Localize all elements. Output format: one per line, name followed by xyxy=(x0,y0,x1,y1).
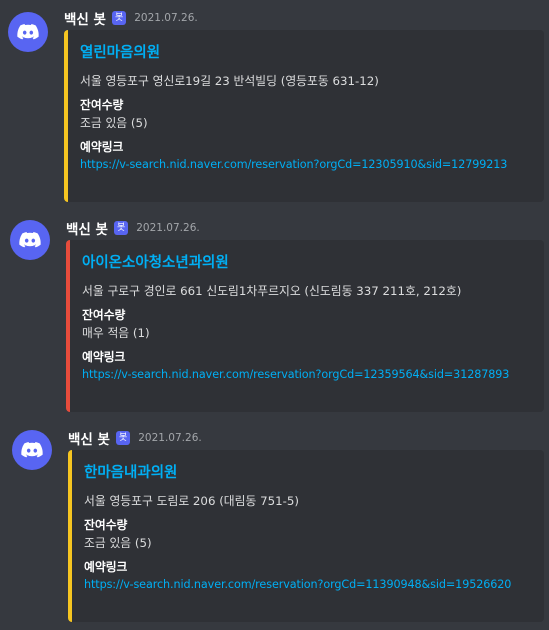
message-header: 백신 봇 봇 2021.07.26. xyxy=(64,8,198,28)
field-name-link: 예약링크 xyxy=(82,350,126,364)
bot-badge: 봇 xyxy=(113,221,129,235)
field-name-stock: 잔여수량 xyxy=(80,98,124,112)
bot-avatar[interactable] xyxy=(12,430,52,470)
field-name-link: 예약링크 xyxy=(80,140,124,154)
embed-description: 서울 구로구 경인로 661 신도림1차푸르지오 (신도림동 337 211호,… xyxy=(82,284,462,298)
author-name[interactable]: 백신 봇 xyxy=(66,218,108,238)
discord-logo-icon xyxy=(17,24,39,40)
reservation-link[interactable]: https://v-search.nid.naver.com/reservati… xyxy=(84,577,532,593)
message-header: 백신 봇 봇 2021.07.26. xyxy=(68,428,202,448)
reservation-link[interactable]: https://v-search.nid.naver.com/reservati… xyxy=(80,157,532,173)
embed-card: 열린마음의원 서울 영등포구 영신로19길 23 반석빌딩 (영등포동 631-… xyxy=(64,30,544,202)
embed-description: 서울 영등포구 영신로19길 23 반석빌딩 (영등포동 631-12) xyxy=(80,74,379,88)
discord-logo-icon xyxy=(19,232,41,248)
discord-logo-icon xyxy=(21,442,43,458)
field-value-stock: 조금 있음 (5) xyxy=(80,116,148,130)
field-name-stock: 잔여수량 xyxy=(82,308,126,322)
author-name[interactable]: 백신 봇 xyxy=(64,8,106,28)
bot-badge: 봇 xyxy=(111,11,127,25)
embed-card: 아이온소아청소년과의원 서울 구로구 경인로 661 신도림1차푸르지오 (신도… xyxy=(66,240,544,412)
author-name[interactable]: 백신 봇 xyxy=(68,428,110,448)
embed-title: 아이온소아청소년과의원 xyxy=(82,255,229,271)
bot-badge: 봇 xyxy=(115,431,131,445)
embed-description: 서울 영등포구 도림로 206 (대림동 751-5) xyxy=(84,494,299,508)
reservation-link[interactable]: https://v-search.nid.naver.com/reservati… xyxy=(82,367,532,383)
field-name-link: 예약링크 xyxy=(84,560,128,574)
embed-title: 한마음내과의원 xyxy=(84,465,178,481)
message-timestamp: 2021.07.26. xyxy=(138,432,202,444)
bot-avatar[interactable] xyxy=(10,220,50,260)
field-value-stock: 조금 있음 (5) xyxy=(84,536,152,550)
field-name-stock: 잔여수량 xyxy=(84,518,128,532)
message-timestamp: 2021.07.26. xyxy=(136,222,200,234)
embed-card: 한마음내과의원 서울 영등포구 도림로 206 (대림동 751-5) 잔여수량… xyxy=(68,450,544,622)
embed-title: 열린마음의원 xyxy=(80,45,161,61)
bot-avatar[interactable] xyxy=(8,12,48,52)
message-header: 백신 봇 봇 2021.07.26. xyxy=(66,218,200,238)
message-timestamp: 2021.07.26. xyxy=(134,12,198,24)
field-value-stock: 매우 적음 (1) xyxy=(82,326,150,340)
